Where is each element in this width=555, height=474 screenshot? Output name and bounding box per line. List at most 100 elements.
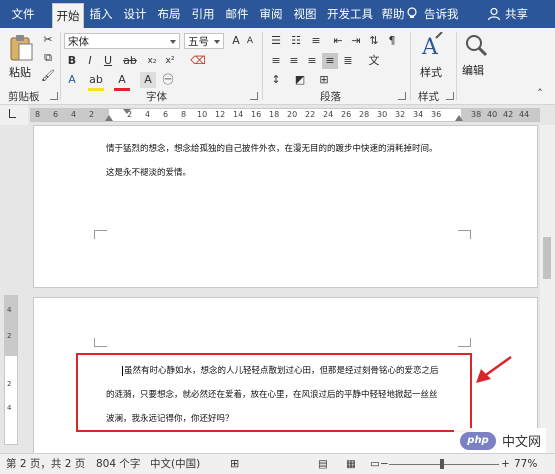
align-center-icon[interactable]: ≡ [286, 53, 302, 69]
font-launcher-icon[interactable] [250, 92, 258, 100]
shading-icon[interactable]: ◩ [292, 72, 308, 88]
tab-design[interactable]: 设计 [120, 0, 150, 28]
ruler-tick-label: 40 [487, 110, 498, 119]
sort-icon[interactable]: ⇅ [366, 33, 382, 49]
multilevel-list-icon[interactable]: ≡ [308, 33, 324, 49]
bullets-icon[interactable]: ☰ [268, 33, 284, 49]
clear-format-icon[interactable]: ⌫ [190, 53, 206, 69]
tab-layout[interactable]: 布局 [154, 0, 184, 28]
decrease-indent-icon[interactable]: ⇤ [330, 33, 346, 49]
zoom-out-icon[interactable]: − [380, 454, 389, 474]
tab-insert[interactable]: 插入 [86, 0, 116, 28]
tab-view[interactable]: 视图 [290, 0, 320, 28]
paragraph-line[interactable]: 情于猛烈的想念，想念给孤独的自己披件外衣，在漫无目的的踱步中快速的消耗掉时间。 [106, 142, 438, 154]
ruler-tick-label: 36 [431, 110, 442, 119]
left-indent-marker[interactable] [105, 115, 113, 121]
styles-launcher-icon[interactable] [446, 92, 454, 100]
paragraph-line[interactable]: 这是永不褪淡的爱情。 [106, 166, 191, 178]
cut-icon[interactable]: ✂ [40, 32, 56, 48]
clipboard-launcher-icon[interactable] [50, 92, 58, 100]
share-button[interactable]: 共享 [505, 0, 528, 28]
bold-icon[interactable]: B [64, 53, 80, 69]
find-icon[interactable] [464, 32, 488, 60]
superscript-icon[interactable]: x² [162, 53, 178, 69]
ruler-tick-label: 14 [233, 110, 244, 119]
styles-button-label[interactable]: 样式 [420, 64, 442, 80]
font-name-select[interactable]: 宋体 [64, 33, 180, 49]
tab-review[interactable]: 审阅 [256, 0, 286, 28]
highlight-annotation-box [76, 353, 472, 432]
char-shading-icon[interactable]: A [140, 72, 156, 88]
ribbon: 粘贴 ✂ ⧉ 🖌 剪贴板 宋体 五号 A A B I U ab x₂ x² ⌫ … [0, 28, 555, 105]
first-line-indent-marker[interactable] [123, 109, 131, 114]
right-indent-marker[interactable] [455, 115, 463, 121]
ruler-tick-label: 28 [359, 110, 370, 119]
collapse-ribbon-icon[interactable]: ˄ [532, 86, 548, 102]
font-color-icon[interactable]: A [114, 72, 130, 91]
paste-icon[interactable] [8, 34, 34, 62]
zoom-level[interactable]: 77% [514, 454, 537, 474]
justify-icon[interactable]: ≡ [322, 53, 338, 69]
italic-icon[interactable]: I [82, 53, 98, 69]
ruler-tick-label: 32 [395, 110, 406, 119]
read-mode-icon[interactable]: ▤ [318, 454, 328, 474]
subscript-icon[interactable]: x₂ [144, 53, 160, 69]
underline-icon[interactable]: U [100, 53, 116, 69]
tab-help[interactable]: 帮助 [378, 0, 408, 28]
ruler-tick-label: 18 [269, 110, 280, 119]
show-marks-icon[interactable]: ¶ [384, 33, 400, 49]
page-count[interactable]: 第 2 页，共 2 页 [6, 454, 85, 474]
language[interactable]: 中文(中国) [150, 454, 200, 474]
tab-mailings[interactable]: 邮件 [222, 0, 252, 28]
tab-home[interactable]: 开始 [52, 3, 84, 29]
tab-file[interactable]: 文件 [6, 0, 40, 28]
enclose-char-icon[interactable]: ㊀ [160, 72, 176, 88]
scrollbar-thumb[interactable] [543, 237, 551, 279]
watermark-text: 中文网 [502, 435, 542, 450]
user-icon [487, 7, 501, 21]
line-spacing-icon[interactable]: ↕ [268, 72, 284, 88]
highlight-icon[interactable]: ab [88, 72, 104, 91]
strikethrough-icon[interactable]: ab [122, 53, 138, 69]
distributed-icon[interactable]: ≣ [340, 53, 356, 69]
tell-me-search[interactable]: 告诉我 [424, 0, 459, 28]
increase-indent-icon[interactable]: ⇥ [348, 33, 364, 49]
format-painter-icon[interactable]: 🖌 [40, 68, 56, 84]
tab-selector[interactable] [0, 105, 28, 125]
text-effects-icon[interactable]: A [64, 72, 80, 88]
ruler-tick-label: 2 [89, 110, 95, 119]
paste-button-label[interactable]: 粘贴 [9, 64, 31, 80]
styles-icon[interactable]: A [420, 32, 444, 60]
styles-group-label: 样式 [418, 91, 439, 103]
align-right-icon[interactable]: ≡ [304, 53, 320, 69]
align-left-icon[interactable]: ≡ [268, 53, 284, 69]
asian-layout-icon[interactable]: 文 [366, 53, 382, 69]
web-layout-icon[interactable]: ▭ [370, 454, 380, 474]
vertical-ruler[interactable]: 4 2 2 4 [4, 295, 18, 445]
lightbulb-icon [407, 7, 417, 18]
zoom-slider-knob[interactable] [440, 459, 444, 469]
ruler-tick-label: 8 [35, 110, 41, 119]
group-divider [262, 32, 263, 100]
print-layout-icon[interactable]: ▦ [346, 454, 356, 474]
zoom-in-icon[interactable]: + [501, 454, 510, 474]
copy-icon[interactable]: ⧉ [40, 50, 56, 66]
ruler-tick-label: 38 [471, 110, 482, 119]
paragraph-launcher-icon[interactable] [398, 92, 406, 100]
editing-button-label[interactable]: 编辑 [462, 62, 484, 78]
word-count[interactable]: 804 个字 [96, 454, 140, 474]
macro-record-icon[interactable]: ⊞ [230, 454, 239, 474]
zoom-slider[interactable] [389, 464, 499, 465]
vertical-scrollbar[interactable] [540, 125, 555, 453]
shrink-font-icon[interactable]: A [242, 33, 258, 49]
font-size-select[interactable]: 五号 [184, 33, 224, 49]
borders-icon[interactable]: ⊞ [316, 72, 332, 88]
tab-developer[interactable]: 开发工具 [326, 0, 374, 28]
clipboard-group-label: 剪贴板 [8, 91, 40, 103]
ruler-tick-label: 12 [215, 110, 226, 119]
tab-references[interactable]: 引用 [188, 0, 218, 28]
numbering-icon[interactable]: ☷ [288, 33, 304, 49]
ruler-tick-label: 22 [305, 110, 316, 119]
ruler-tick-label: 4 [145, 110, 151, 119]
horizontal-ruler[interactable]: 8 6 4 2 2 4 6 8 10 12 14 16 18 20 22 24 … [30, 108, 540, 122]
